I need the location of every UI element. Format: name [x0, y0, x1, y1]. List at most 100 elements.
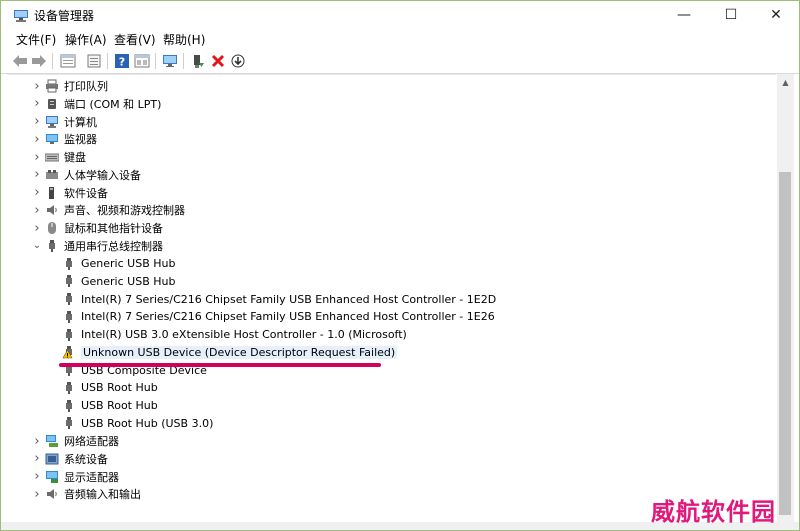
chevron-right-icon[interactable]: ›	[32, 166, 42, 184]
chevron-right-icon[interactable]: ›	[32, 201, 42, 219]
chevron-right-icon[interactable]: ›	[32, 450, 42, 468]
display-adapter-icon	[45, 470, 59, 484]
tree-category[interactable]: 端口 (COM 和 LPT)	[45, 95, 161, 113]
tree-device[interactable]: USB Root Hub (USB 3.0)	[62, 414, 213, 432]
properties-icon[interactable]	[59, 52, 77, 70]
usb-icon	[62, 310, 76, 324]
back-arrow-icon[interactable]	[11, 52, 29, 70]
chevron-right-icon[interactable]: ›	[32, 219, 42, 237]
menu-view[interactable]: 查看(V)	[114, 31, 156, 48]
tree-item-label: USB Root Hub	[81, 399, 158, 412]
enable-device-icon[interactable]	[229, 52, 247, 70]
toolbar-separator	[52, 53, 53, 69]
tree-device[interactable]: Intel(R) 7 Series/C216 Chipset Family US…	[62, 290, 496, 308]
forward-arrow-icon[interactable]	[30, 52, 48, 70]
speaker-icon	[45, 203, 59, 217]
monitor-scan-icon[interactable]	[161, 52, 179, 70]
scan-list-icon[interactable]	[85, 52, 103, 70]
chevron-right-icon[interactable]: ›	[32, 77, 42, 95]
title-bar[interactable]: 设备管理器 — ☐ ✕	[1, 1, 799, 29]
usb-icon	[62, 399, 76, 413]
tree-item-label: 打印队列	[64, 80, 108, 93]
watermark: 威航软件园	[651, 497, 776, 526]
hid-icon	[45, 168, 59, 182]
view-icon[interactable]	[133, 52, 151, 70]
usb-icon	[62, 416, 76, 430]
tree-device[interactable]: Unknown USB Device (Device Descriptor Re…	[62, 343, 398, 361]
tree-item-label: 音频输入和输出	[64, 488, 141, 502]
device-tree: › 打印队列 › 端口 (COM 和 LPT) › 计算机 › 监视器 › 键盘 › 人体学输入设备 ›…	[7, 74, 776, 523]
chevron-right-icon[interactable]: ›	[32, 95, 42, 113]
chevron-right-icon[interactable]: ›	[32, 148, 42, 166]
vertical-scrollbar[interactable]: ▲	[777, 74, 794, 522]
usb-icon	[62, 328, 76, 342]
tree-device[interactable]: USB Root Hub	[62, 397, 158, 415]
audio-icon	[45, 487, 59, 501]
tree-item-label: 计算机	[64, 115, 97, 129]
update-driver-icon[interactable]	[189, 52, 207, 70]
close-button[interactable]: ✕	[753, 1, 799, 29]
tree-category[interactable]: 打印队列	[45, 77, 108, 95]
tree-item-label: Intel(R) 7 Series/C216 Chipset Family US…	[81, 310, 495, 324]
usb-icon	[62, 257, 76, 271]
warning-icon	[62, 345, 76, 359]
tree-item-label: Unknown USB Device (Device Descriptor Re…	[81, 345, 398, 359]
tree-category[interactable]: 显示适配器	[45, 468, 119, 486]
usb-icon	[62, 274, 76, 288]
scroll-up-icon[interactable]: ▲	[777, 74, 794, 91]
tree-item-label: 网络适配器	[64, 435, 119, 448]
usb-icon	[45, 239, 59, 253]
tree-category[interactable]: 通用串行总线控制器	[45, 237, 163, 255]
tree-category[interactable]: 系统设备	[45, 450, 108, 468]
svg-text:?: ?	[119, 56, 125, 69]
tree-item-label: 人体学输入设备	[64, 168, 141, 182]
toolbar: ?	[1, 49, 799, 74]
chevron-right-icon[interactable]: ›	[32, 432, 42, 450]
network-icon	[45, 434, 59, 448]
help-icon[interactable]: ?	[113, 52, 131, 70]
tree-category[interactable]: 键盘	[45, 148, 86, 166]
tree-category[interactable]: 软件设备	[45, 184, 108, 202]
tree-item-label: 系统设备	[64, 452, 108, 466]
device-manager-icon	[13, 8, 29, 22]
menu-file[interactable]: 文件(F)	[16, 31, 56, 48]
menu-help[interactable]: 帮助(H)	[163, 31, 205, 48]
minimize-button[interactable]: —	[661, 1, 707, 29]
usb-icon	[62, 381, 76, 395]
tree-device[interactable]: Generic USB Hub	[62, 272, 175, 290]
scrollbar-thumb[interactable]	[779, 172, 791, 515]
chevron-right-icon[interactable]: ›	[32, 184, 42, 202]
tree-category[interactable]: 声音、视频和游戏控制器	[45, 201, 185, 219]
uninstall-icon[interactable]	[209, 52, 227, 70]
keyboard-icon	[45, 150, 59, 164]
tree-category[interactable]: 网络适配器	[45, 432, 119, 450]
tree-category[interactable]: 人体学输入设备	[45, 166, 141, 184]
tree-item-label: Generic USB Hub	[81, 257, 176, 270]
tree-item-label: 声音、视频和游戏控制器	[64, 204, 185, 218]
toolbar-separator	[183, 53, 184, 69]
maximize-button[interactable]: ☐	[708, 1, 754, 29]
tree-item-label: Intel(R) USB 3.0 eXtensible Host Control…	[81, 328, 407, 341]
chevron-down-icon[interactable]: ⌄	[32, 237, 42, 255]
tree-device[interactable]: Intel(R) USB 3.0 eXtensible Host Control…	[62, 326, 407, 344]
menu-action[interactable]: 操作(A)	[65, 31, 107, 48]
chevron-right-icon[interactable]: ›	[32, 130, 42, 148]
tree-item-label: 键盘	[64, 151, 86, 164]
tree-item-label: 软件设备	[64, 186, 108, 200]
software-device-icon	[45, 186, 59, 200]
tree-category[interactable]: 鼠标和其他指针设备	[45, 219, 163, 237]
tree-category[interactable]: 监视器	[45, 130, 97, 148]
tree-item-label: 显示适配器	[64, 470, 119, 484]
chevron-right-icon[interactable]: ›	[32, 485, 42, 503]
tree-item-label: Intel(R) 7 Series/C216 Chipset Family US…	[81, 292, 497, 306]
tree-device[interactable]: Generic USB Hub	[62, 255, 175, 273]
tree-item-label: 鼠标和其他指针设备	[64, 222, 163, 235]
tree-device[interactable]: Intel(R) 7 Series/C216 Chipset Family US…	[62, 308, 495, 326]
chevron-right-icon[interactable]: ›	[32, 113, 42, 131]
tree-device[interactable]: USB Root Hub	[62, 379, 158, 397]
tree-category[interactable]: 计算机	[45, 113, 97, 131]
chevron-right-icon[interactable]: ›	[32, 468, 42, 486]
toolbar-separator	[155, 53, 156, 69]
tree-category[interactable]: 音频输入和输出	[45, 485, 141, 503]
device-manager-window: 设备管理器 — ☐ ✕ 文件(F) 操作(A) 查看(V) 帮助(H) ? › …	[0, 0, 800, 531]
